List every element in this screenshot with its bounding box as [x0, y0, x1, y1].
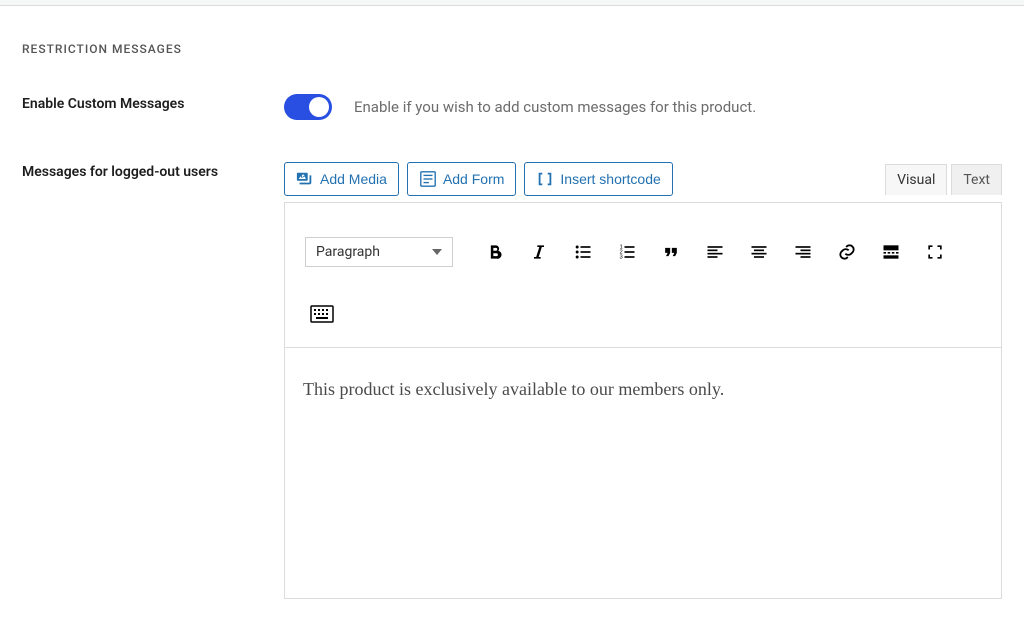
read-more-button[interactable] — [869, 237, 913, 267]
format-dropdown[interactable]: Paragraph — [305, 237, 453, 267]
enable-custom-toggle[interactable] — [284, 94, 332, 120]
add-form-button[interactable]: Add Form — [407, 162, 516, 196]
align-center-button[interactable] — [737, 237, 781, 267]
button-label: Insert shortcode — [560, 171, 660, 187]
top-divider — [0, 0, 1024, 6]
editor-content[interactable]: This product is exclusively available to… — [285, 348, 1001, 598]
numbered-list-icon: 123 — [617, 242, 637, 262]
editor-tabs: Visual Text — [885, 164, 1002, 195]
link-button[interactable] — [825, 237, 869, 267]
read-more-icon — [881, 242, 901, 262]
insert-shortcode-button[interactable]: Insert shortcode — [524, 162, 672, 196]
field-label: Enable Custom Messages — [22, 94, 284, 112]
form-icon — [419, 170, 437, 188]
editor-body: Paragraph 123 — [284, 202, 1002, 599]
button-label: Add Media — [320, 171, 387, 187]
editor-container: Add Media Add Form Insert shortcode Visu… — [284, 162, 1002, 599]
align-right-button[interactable] — [781, 237, 825, 267]
shortcode-icon — [536, 170, 554, 188]
keyboard-icon — [310, 304, 334, 324]
link-icon — [837, 242, 857, 262]
align-right-icon — [793, 242, 813, 262]
media-icon — [296, 170, 314, 188]
quote-icon — [661, 242, 681, 262]
tab-visual[interactable]: Visual — [885, 164, 947, 195]
field-enable-custom-messages: Enable Custom Messages Enable if you wis… — [22, 94, 1002, 120]
align-left-icon — [705, 242, 725, 262]
italic-button[interactable] — [517, 237, 561, 267]
svg-text:3: 3 — [620, 255, 623, 261]
bold-icon — [485, 242, 505, 262]
add-media-button[interactable]: Add Media — [284, 162, 399, 196]
editor-toolbar: Paragraph 123 — [285, 203, 1001, 348]
bullet-list-button[interactable] — [561, 237, 605, 267]
button-label: Add Form — [443, 171, 504, 187]
editor-top: Add Media Add Form Insert shortcode Visu… — [284, 162, 1002, 196]
media-buttons: Add Media Add Form Insert shortcode — [284, 162, 673, 196]
numbered-list-button[interactable]: 123 — [605, 237, 649, 267]
align-left-button[interactable] — [693, 237, 737, 267]
toggle-knob — [309, 97, 329, 117]
chevron-down-icon — [432, 249, 442, 255]
settings-panel: RESTRICTION MESSAGES Enable Custom Messa… — [0, 42, 1024, 599]
bullet-list-icon — [573, 242, 593, 262]
fullscreen-button[interactable] — [913, 237, 957, 267]
italic-icon — [529, 242, 549, 262]
format-selected: Paragraph — [316, 244, 380, 260]
content-text: This product is exclusively available to… — [303, 376, 983, 403]
field-label: Messages for logged-out users — [22, 162, 284, 180]
section-title: RESTRICTION MESSAGES — [22, 42, 1002, 56]
field-logged-out-message: Messages for logged-out users Add Media … — [22, 162, 1002, 599]
blockquote-button[interactable] — [649, 237, 693, 267]
field-description: Enable if you wish to add custom message… — [354, 98, 756, 116]
bold-button[interactable] — [473, 237, 517, 267]
fullscreen-icon — [925, 242, 945, 262]
align-center-icon — [749, 242, 769, 262]
tab-text[interactable]: Text — [951, 164, 1002, 195]
toolbar-toggle-button[interactable] — [307, 303, 337, 325]
